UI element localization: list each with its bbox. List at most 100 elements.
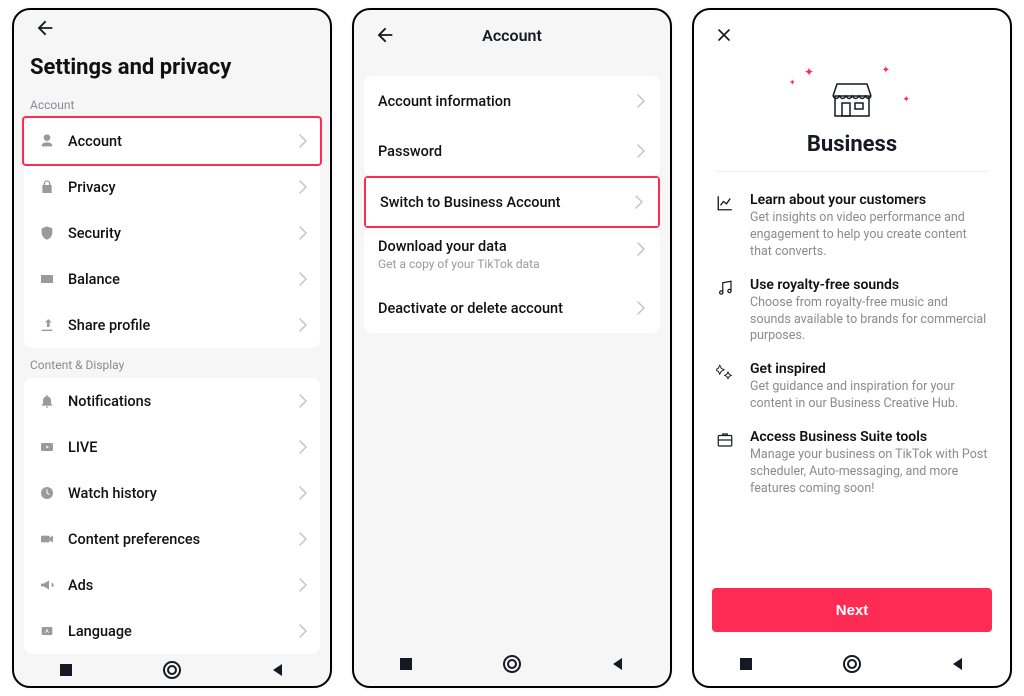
feature-suite: Access Business Suite tools Manage your … (694, 419, 1010, 504)
chevron-right-icon (636, 94, 646, 108)
row-label: Switch to Business Account (380, 194, 634, 211)
row-balance[interactable]: Balance (24, 256, 320, 302)
square-icon (398, 656, 414, 672)
close-icon (714, 25, 734, 45)
row-privacy[interactable]: Privacy (24, 164, 320, 210)
clock-icon (36, 485, 58, 501)
spark-icon (716, 361, 740, 413)
chevron-right-icon (298, 624, 308, 638)
row-download-data[interactable]: Download your data Get a copy of your Ti… (364, 228, 660, 283)
row-label: Balance (58, 271, 298, 288)
megaphone-icon (36, 577, 58, 593)
business-hero: ✦ ✦ ✦ ✦ Business (694, 60, 1010, 171)
row-content-preferences[interactable]: Content preferences (24, 516, 320, 562)
row-language[interactable]: A Language (24, 608, 320, 654)
row-watch-history[interactable]: Watch history (24, 470, 320, 516)
row-switch-business[interactable]: Switch to Business Account (366, 178, 658, 226)
circle-icon (842, 654, 862, 674)
row-label: Watch history (58, 485, 298, 502)
row-label: Security (58, 225, 298, 242)
feature-title: Use royalty-free sounds (750, 277, 988, 293)
row-share-profile[interactable]: Share profile (24, 302, 320, 348)
row-account[interactable]: Account (24, 118, 320, 164)
screen-business: ✦ ✦ ✦ ✦ Business Learn about your custom… (692, 8, 1012, 688)
feature-inspired: Get inspired Get guidance and inspiratio… (694, 351, 1010, 419)
chevron-right-icon (298, 318, 308, 332)
feature-title: Get inspired (750, 361, 988, 377)
square-icon (58, 662, 74, 678)
circle-icon (162, 660, 182, 680)
back-button[interactable] (28, 11, 62, 45)
page-title: Settings and privacy (14, 45, 330, 98)
nav-recent-button[interactable] (380, 650, 432, 678)
suite-icon (716, 429, 740, 498)
chart-icon (716, 192, 740, 261)
chevron-right-icon (636, 242, 646, 256)
row-live[interactable]: LIVE (24, 424, 320, 470)
nav-home-button[interactable] (484, 648, 540, 680)
row-deactivate[interactable]: Deactivate or delete account (364, 283, 660, 333)
topbar (694, 10, 1010, 60)
nav-back-button[interactable] (252, 656, 304, 684)
sparkle-icon: ✦ (804, 65, 814, 79)
row-label: Privacy (58, 179, 298, 196)
chevron-right-icon (298, 578, 308, 592)
music-icon (716, 277, 740, 346)
lock-icon (36, 179, 58, 195)
nav-recent-button[interactable] (40, 656, 92, 684)
nav-back-button[interactable] (932, 650, 984, 678)
android-navbar (694, 642, 1010, 686)
chevron-right-icon (636, 301, 646, 315)
storefront-icon (827, 78, 877, 120)
svg-text:A: A (45, 629, 49, 635)
chevron-right-icon (298, 532, 308, 546)
circle-icon (502, 654, 522, 674)
nav-back-button[interactable] (592, 650, 644, 678)
person-icon (36, 133, 58, 149)
chevron-right-icon (298, 134, 308, 148)
row-account-information[interactable]: Account information (364, 76, 660, 126)
row-password[interactable]: Password (364, 126, 660, 176)
topbar: Account (354, 10, 670, 60)
share-icon (36, 317, 58, 333)
row-label: Content preferences (58, 531, 298, 548)
chevron-right-icon (634, 195, 644, 209)
shield-icon (36, 225, 58, 241)
row-label: Language (58, 623, 298, 640)
row-notifications[interactable]: Notifications (24, 378, 320, 424)
feature-sounds: Use royalty-free sounds Choose from roya… (694, 267, 1010, 352)
row-label: Share profile (58, 317, 298, 334)
android-navbar (354, 642, 670, 686)
business-title: Business (807, 132, 897, 157)
screen-account: Account Account information Password Swi… (352, 8, 672, 688)
triangle-left-icon (950, 656, 966, 672)
feature-desc: Choose from royalty-free music and sound… (750, 295, 988, 346)
live-icon (36, 439, 58, 455)
next-button[interactable]: Next (712, 588, 992, 632)
row-label: Ads (58, 577, 298, 594)
nav-recent-button[interactable] (720, 650, 772, 678)
content-card: Notifications LIVE Watch history Content… (24, 378, 320, 654)
row-ads[interactable]: Ads (24, 562, 320, 608)
row-label: Account information (378, 93, 636, 110)
row-sublabel: Get a copy of your TikTok data (378, 257, 646, 271)
chevron-right-icon (298, 440, 308, 454)
row-label: Download your data (378, 238, 646, 255)
feature-desc: Get guidance and inspiration for your co… (750, 379, 988, 413)
highlight-switch-business: Switch to Business Account (364, 176, 660, 228)
chevron-right-icon (298, 226, 308, 240)
nav-home-button[interactable] (144, 654, 200, 686)
sparkle-icon: ✦ (882, 65, 890, 76)
chevron-right-icon (298, 486, 308, 500)
arrow-left-icon (34, 17, 56, 39)
cta-container: Next (712, 588, 992, 632)
row-label: LIVE (58, 439, 298, 456)
close-button[interactable] (708, 19, 740, 51)
topbar (14, 10, 330, 45)
nav-home-button[interactable] (824, 648, 880, 680)
row-label: Deactivate or delete account (378, 300, 636, 317)
feature-title: Learn about your customers (750, 192, 988, 208)
row-label: Notifications (58, 393, 298, 410)
account-card: Account Privacy Security Balance (24, 118, 320, 348)
row-security[interactable]: Security (24, 210, 320, 256)
